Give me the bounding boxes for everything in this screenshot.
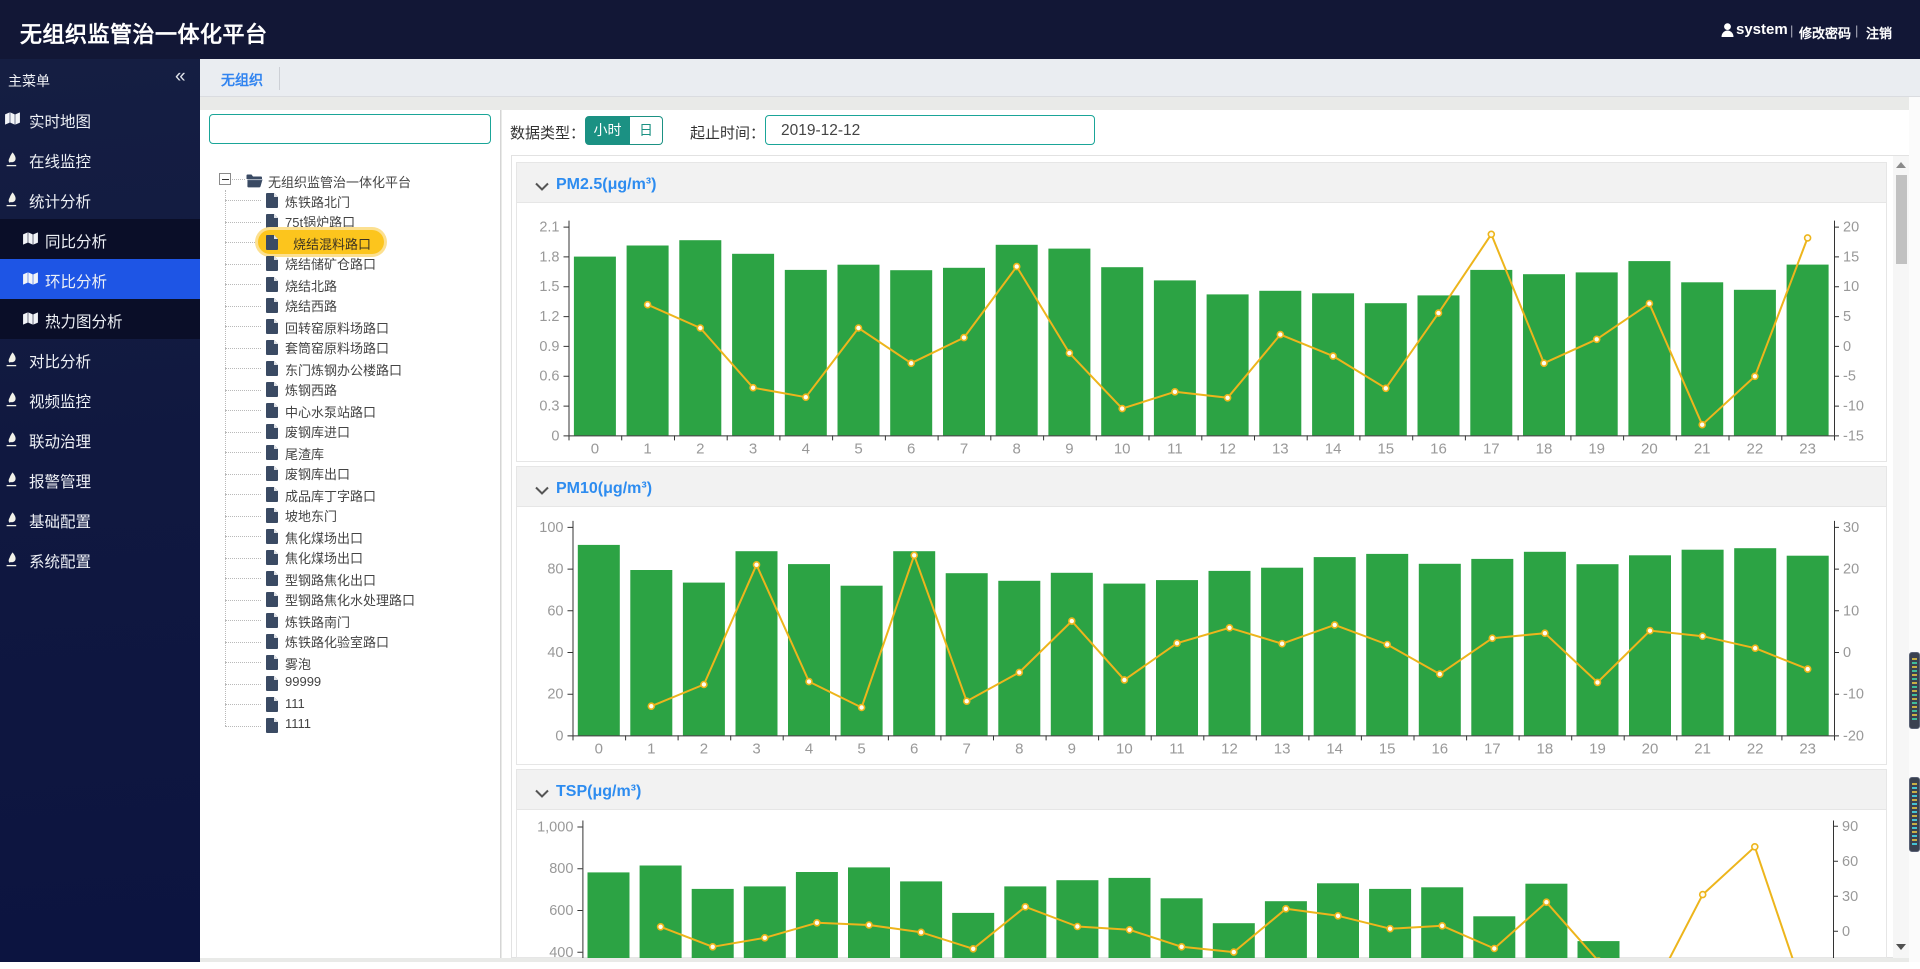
svg-text:20: 20 [1642, 740, 1659, 757]
svg-text:21: 21 [1694, 740, 1711, 757]
svg-text:4: 4 [802, 440, 810, 457]
svg-text:10: 10 [1843, 603, 1859, 619]
svg-text:0: 0 [591, 440, 599, 457]
svg-text:13: 13 [1274, 740, 1291, 757]
svg-text:0: 0 [1843, 339, 1851, 355]
svg-text:0: 0 [1842, 924, 1850, 940]
svg-text:20: 20 [1843, 220, 1859, 236]
svg-text:9: 9 [1065, 440, 1073, 457]
svg-text:800: 800 [549, 861, 573, 877]
svg-text:40: 40 [547, 645, 563, 661]
svg-text:1: 1 [647, 740, 655, 757]
svg-text:-5: -5 [1843, 369, 1856, 385]
svg-text:-20: -20 [1843, 728, 1864, 744]
svg-text:15: 15 [1843, 249, 1859, 265]
svg-text:19: 19 [1588, 440, 1605, 457]
svg-text:100: 100 [539, 520, 563, 536]
svg-text:11: 11 [1169, 740, 1185, 757]
svg-text:18: 18 [1537, 740, 1554, 757]
svg-text:0: 0 [551, 428, 559, 444]
svg-text:15: 15 [1379, 740, 1396, 757]
svg-text:2: 2 [696, 440, 704, 457]
svg-text:0.6: 0.6 [539, 369, 559, 385]
svg-text:2.1: 2.1 [539, 220, 559, 236]
svg-text:20: 20 [1641, 440, 1658, 457]
svg-text:60: 60 [547, 603, 563, 619]
svg-text:18: 18 [1536, 440, 1553, 457]
svg-text:10: 10 [1843, 279, 1859, 295]
svg-text:0: 0 [555, 728, 563, 744]
svg-text:-10: -10 [1843, 399, 1864, 415]
svg-text:1.8: 1.8 [539, 249, 559, 265]
svg-text:20: 20 [1843, 562, 1859, 578]
svg-text:4: 4 [805, 740, 813, 757]
svg-text:7: 7 [960, 440, 968, 457]
svg-text:90: 90 [1842, 819, 1858, 835]
svg-text:0: 0 [595, 740, 603, 757]
svg-text:400: 400 [549, 945, 573, 958]
svg-text:5: 5 [857, 740, 865, 757]
svg-text:1: 1 [643, 440, 651, 457]
svg-text:0.3: 0.3 [539, 399, 559, 415]
svg-text:6: 6 [907, 440, 915, 457]
svg-text:30: 30 [1842, 889, 1858, 905]
svg-text:2: 2 [700, 740, 708, 757]
svg-text:10: 10 [1116, 740, 1133, 757]
svg-text:0: 0 [1843, 645, 1851, 661]
svg-text:16: 16 [1430, 440, 1447, 457]
svg-text:600: 600 [549, 903, 573, 919]
svg-text:20: 20 [547, 687, 563, 703]
svg-text:5: 5 [1843, 309, 1851, 325]
svg-text:13: 13 [1272, 440, 1289, 457]
svg-text:12: 12 [1221, 740, 1238, 757]
svg-text:19: 19 [1589, 740, 1606, 757]
svg-text:14: 14 [1325, 440, 1342, 457]
svg-text:3: 3 [752, 740, 760, 757]
svg-text:8: 8 [1015, 740, 1023, 757]
svg-text:10: 10 [1114, 440, 1131, 457]
svg-text:22: 22 [1747, 440, 1764, 457]
svg-text:17: 17 [1483, 440, 1500, 457]
svg-text:16: 16 [1431, 740, 1448, 757]
svg-text:30: 30 [1843, 520, 1859, 536]
svg-text:9: 9 [1068, 740, 1076, 757]
svg-text:-15: -15 [1843, 428, 1864, 444]
svg-text:1.2: 1.2 [539, 309, 559, 325]
svg-text:1,000: 1,000 [537, 820, 573, 836]
svg-text:17: 17 [1484, 740, 1501, 757]
svg-text:14: 14 [1326, 740, 1343, 757]
svg-text:6: 6 [910, 740, 918, 757]
svg-text:23: 23 [1799, 740, 1816, 757]
svg-text:22: 22 [1747, 740, 1764, 757]
svg-text:12: 12 [1219, 440, 1236, 457]
svg-text:1.5: 1.5 [539, 279, 559, 295]
svg-text:0.9: 0.9 [539, 339, 559, 355]
svg-text:11: 11 [1167, 440, 1183, 457]
svg-text:60: 60 [1842, 854, 1858, 870]
svg-text:8: 8 [1013, 440, 1021, 457]
svg-text:80: 80 [547, 562, 563, 578]
svg-text:7: 7 [963, 740, 971, 757]
svg-text:-10: -10 [1843, 687, 1864, 703]
svg-text:5: 5 [854, 440, 862, 457]
svg-text:21: 21 [1694, 440, 1711, 457]
svg-text:15: 15 [1377, 440, 1394, 457]
svg-text:23: 23 [1799, 440, 1816, 457]
svg-text:3: 3 [749, 440, 757, 457]
